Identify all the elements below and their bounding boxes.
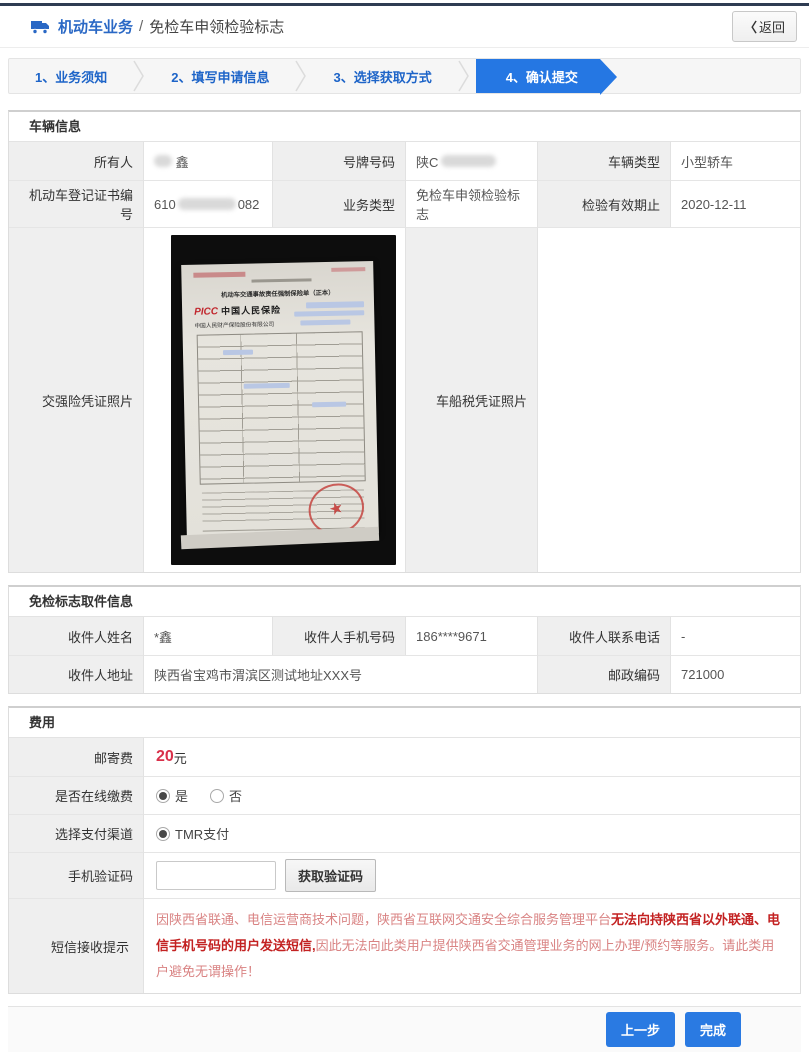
redaction-blur	[441, 155, 497, 167]
back-button[interactable]: 〈返回	[731, 11, 797, 42]
radio-unchecked-icon[interactable]	[210, 788, 225, 803]
plate-value: 陕C	[406, 142, 538, 180]
postcode-value: 721000	[671, 655, 800, 693]
picc-logo-text: PICC	[194, 306, 219, 318]
sms-tip-label: 短信接收提示	[9, 898, 144, 993]
recipient-name-label: 收件人姓名	[9, 617, 144, 655]
step-separator-icon	[458, 60, 469, 92]
back-button-label: 返回	[758, 20, 785, 35]
step-separator-icon	[295, 60, 307, 92]
online-pay-option-no[interactable]: 否	[210, 786, 242, 805]
fee-section: 费用 邮寄费 20 元 是否在线缴费 是 否 选择支付渠道 TMR支付 手机验证码…	[8, 706, 801, 994]
redaction-blur	[154, 155, 172, 167]
finish-button[interactable]: 完成	[684, 1012, 741, 1047]
pickup-info-section: 免检标志取件信息 收件人姓名 *鑫 收件人手机号码 186****9671 收件…	[8, 585, 801, 694]
postage-value: 20 元	[144, 738, 800, 776]
redaction-bar	[294, 310, 365, 317]
insurance-paper: 机动车交通事故责任强制保险单（正本） PICC 中国人民保险 中国人民财产保险股…	[181, 261, 379, 542]
pay-channel-options: TMR支付	[144, 814, 800, 852]
redaction-blur	[177, 198, 236, 210]
redaction-bar	[300, 319, 351, 326]
recipient-name-value: *鑫	[144, 617, 273, 655]
page-header: 机动车业务 / 免检车申领检验标志 〈返回	[0, 6, 809, 48]
insurance-photo-cell: 机动车交通事故责任强制保险单（正本） PICC 中国人民保险 中国人民财产保险股…	[144, 227, 406, 572]
vehicle-type-label: 车辆类型	[538, 142, 671, 180]
business-type-value: 免检车申领检验标志	[406, 180, 538, 227]
vehicle-info-section: 车辆信息 所有人 鑫 号牌号码 陕C 车辆类型 小型轿车 机动车登记证书编号 6…	[8, 110, 801, 573]
recipient-phone-label: 收件人联系电话	[538, 617, 671, 655]
get-captcha-button[interactable]: 获取验证码	[285, 859, 377, 892]
step-3-pickup-method[interactable]: 3、选择获取方式	[307, 59, 457, 93]
insurance-company: 中国人民财产保险股份有限公司	[194, 322, 275, 330]
picc-logo: PICC 中国人民保险	[194, 303, 281, 318]
pay-channel-option-tmr[interactable]: TMR支付	[156, 824, 229, 843]
step-2-fill-info[interactable]: 2、填写申请信息	[145, 59, 295, 93]
vehicle-type-value: 小型轿车	[671, 142, 800, 180]
recipient-address-label: 收件人地址	[9, 655, 144, 693]
insurance-photo-label: 交强险凭证照片	[9, 227, 144, 572]
insurance-photo[interactable]: 机动车交通事故责任强制保险单（正本） PICC 中国人民保险 中国人民财产保险股…	[171, 235, 396, 565]
captcha-cell: 获取验证码	[144, 852, 800, 898]
chevron-left-icon: 〈	[743, 20, 757, 35]
owner-value: 鑫	[144, 142, 273, 180]
insurance-doc-title: 机动车交通事故责任强制保险单（正本）	[221, 290, 335, 299]
radio-checked-icon[interactable]	[156, 788, 170, 803]
truck-icon	[30, 19, 50, 35]
postcode-label: 邮政编码	[538, 655, 671, 693]
owner-label: 所有人	[9, 142, 144, 180]
online-pay-label: 是否在线缴费	[9, 776, 144, 814]
pay-channel-label: 选择支付渠道	[9, 814, 144, 852]
reg-cert-label: 机动车登记证书编号	[9, 180, 144, 227]
app-title: 机动车业务	[58, 19, 134, 36]
step-1-notice[interactable]: 1、业务须知	[9, 59, 133, 93]
redaction-bar	[305, 301, 365, 309]
paper-header-mark	[251, 278, 312, 283]
sms-tip-text: 因陕西省联通、电信运营商技术问题，陕西省互联网交通安全综合服务管理平台无法向持陕…	[156, 912, 781, 979]
recipient-address-value: 陕西省宝鸡市渭滨区测试地址XXX号	[144, 655, 538, 693]
postage-unit: 元	[173, 750, 187, 766]
redaction-bar	[243, 382, 290, 389]
postage-amount: 20	[156, 748, 174, 765]
redaction-bar	[222, 349, 254, 356]
paper-header-mark	[193, 271, 246, 278]
tax-photo-label: 车船税凭证照片	[406, 227, 538, 572]
pickup-info-title: 免检标志取件信息	[9, 587, 800, 617]
captcha-input[interactable]	[156, 861, 276, 890]
business-type-label: 业务类型	[273, 180, 406, 227]
wizard-steps: 1、业务须知 2、填写申请信息 3、选择获取方式 4、确认提交	[8, 58, 801, 95]
fee-title: 费用	[9, 708, 800, 738]
step-4-confirm-submit[interactable]: 4、确认提交	[475, 59, 618, 95]
recipient-mobile-label: 收件人手机号码	[273, 617, 406, 655]
insurance-table-grid	[196, 331, 366, 485]
valid-until-label: 检验有效期止	[538, 180, 671, 227]
breadcrumb-separator: /	[139, 18, 144, 35]
recipient-phone-value: -	[671, 617, 800, 655]
footer-bar: 上一步 完成	[8, 1006, 801, 1052]
paper-header-mark	[331, 267, 366, 272]
reg-cert-value: 610 082	[144, 180, 273, 227]
redaction-bar	[312, 401, 347, 408]
tax-photo-cell	[538, 227, 800, 572]
vehicle-info-title: 车辆信息	[9, 112, 800, 142]
recipient-mobile-value: 186****9671	[406, 617, 538, 655]
postage-label: 邮寄费	[9, 738, 144, 776]
online-pay-options: 是 否	[144, 776, 800, 814]
sms-tip-cell: 因陕西省联通、电信运营商技术问题，陕西省互联网交通安全综合服务管理平台无法向持陕…	[144, 898, 800, 993]
online-pay-option-yes[interactable]: 是	[156, 786, 188, 805]
captcha-label: 手机验证码	[9, 852, 144, 898]
page-title: 免检车申领检验标志	[149, 19, 285, 36]
previous-step-button[interactable]: 上一步	[605, 1012, 675, 1047]
radio-checked-icon[interactable]	[156, 826, 170, 841]
plate-label: 号牌号码	[273, 142, 406, 180]
picc-logo-cn: 中国人民保险	[220, 304, 282, 317]
step-separator-icon	[133, 60, 145, 92]
valid-until-value: 2020-12-11	[671, 180, 800, 227]
